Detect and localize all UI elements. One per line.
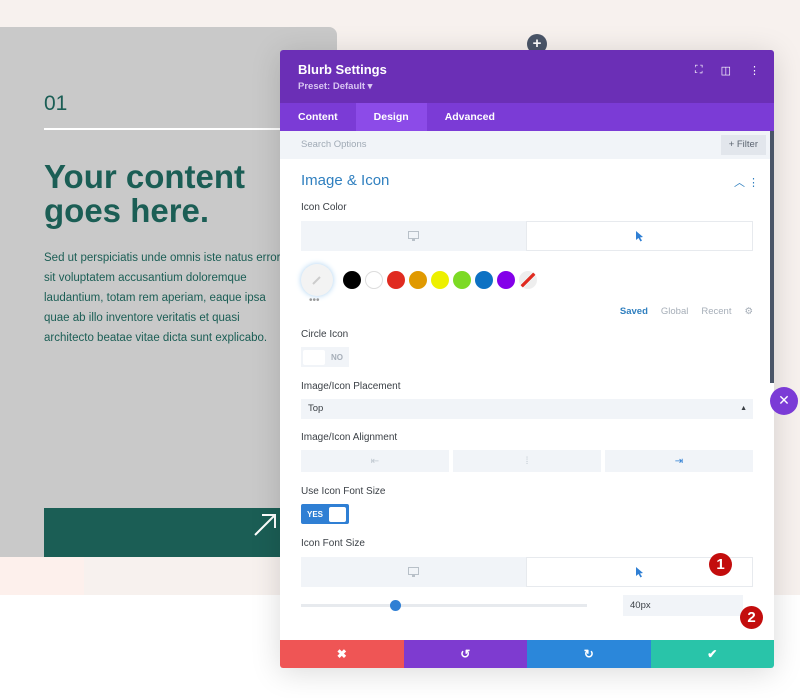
divider — [44, 128, 284, 130]
redo-button[interactable]: ↻ — [527, 640, 651, 668]
palette-saved[interactable]: Saved — [620, 306, 648, 317]
align-right-button[interactable]: ⇥ — [605, 450, 753, 472]
use-font-size-toggle[interactable]: YES — [301, 504, 349, 524]
section-menu-icon[interactable]: ⋮ — [748, 177, 759, 189]
toggle-state: YES — [307, 509, 324, 519]
circle-icon-label: Circle Icon — [301, 329, 349, 340]
section-title: Image & Icon — [301, 172, 390, 189]
cta-block[interactable] — [44, 508, 284, 557]
search-options-input[interactable]: Search Options + Filter — [280, 131, 774, 159]
tab-content[interactable]: Content — [280, 103, 356, 131]
swatch-purple[interactable] — [497, 271, 515, 289]
use-font-size-label: Use Icon Font Size — [301, 486, 386, 497]
panel-title: Blurb Settings — [298, 62, 387, 77]
fullscreen-icon[interactable]: ⛶ — [695, 64, 703, 77]
align-right-icon: ⇥ — [674, 455, 684, 467]
align-left-button[interactable]: ⇤ — [301, 450, 449, 472]
check-icon: ✔ — [707, 647, 718, 661]
blurb-body: Sed ut perspiciatis unde omnis iste natu… — [44, 252, 281, 344]
font-size-input[interactable]: 40px — [623, 595, 743, 616]
icon-color-label: Icon Color — [301, 202, 347, 213]
gear-icon[interactable]: ⚙ — [744, 306, 753, 317]
palette-tabs: Saved Global Recent ⚙ — [301, 301, 753, 321]
color-picker[interactable] — [301, 264, 333, 296]
align-center-button[interactable]: ⁞ — [453, 450, 601, 472]
palette-recent[interactable]: Recent — [701, 306, 731, 317]
scrollbar[interactable] — [770, 131, 774, 383]
cursor-icon — [636, 567, 643, 578]
chevron-up-icon[interactable]: ︿ — [734, 177, 745, 189]
alignment-label: Image/Icon Alignment — [301, 432, 398, 443]
swatch-yellow[interactable] — [431, 271, 449, 289]
annotation-marker-1: 1 — [709, 553, 732, 576]
blurb-number: 01 — [44, 92, 68, 115]
split-view-icon[interactable]: ◫ — [721, 64, 731, 77]
decor-strip — [0, 557, 84, 595]
swatch-red[interactable] — [387, 271, 405, 289]
cancel-button[interactable]: ✖ — [280, 640, 404, 668]
desktop-icon — [408, 567, 419, 577]
cursor-icon — [636, 231, 643, 242]
action-bar: ✖ ↺ ↻ ✔ — [280, 640, 774, 668]
swatch-orange[interactable] — [409, 271, 427, 289]
color-swatches — [301, 263, 753, 297]
font-size-slider[interactable]: 40px — [301, 595, 753, 617]
close-icon: ✖ — [336, 647, 347, 661]
save-button[interactable]: ✔ — [650, 640, 774, 668]
undo-icon: ↺ — [460, 647, 471, 661]
toggle-state: NO — [331, 352, 343, 362]
placement-select[interactable]: Top ▲ — [301, 399, 753, 419]
preset-dropdown[interactable]: Preset: Default ▾ — [298, 81, 756, 92]
section-toggle[interactable]: Image & Icon ︿ ⋮ — [301, 172, 759, 200]
font-size-label: Icon Font Size — [301, 538, 365, 549]
swatch-green[interactable] — [453, 271, 471, 289]
close-panel-button[interactable]: ✕ — [770, 387, 798, 415]
placement-value: Top — [308, 403, 324, 414]
palette-global[interactable]: Global — [661, 306, 688, 317]
swatch-black[interactable] — [343, 271, 361, 289]
tab-design[interactable]: Design — [355, 103, 427, 131]
tab-advanced[interactable]: Advanced — [427, 103, 513, 131]
eyedropper-icon — [312, 276, 321, 285]
filter-button[interactable]: + Filter — [720, 135, 766, 155]
annotation-marker-2: 2 — [740, 606, 763, 629]
redo-icon: ↻ — [583, 647, 594, 661]
clear-color-icon[interactable] — [519, 271, 537, 289]
desktop-tab[interactable] — [301, 557, 526, 587]
device-tabs — [301, 221, 753, 251]
more-options-icon[interactable]: ⋮ — [749, 64, 760, 77]
search-placeholder: Search Options — [301, 139, 367, 150]
desktop-icon — [408, 231, 419, 241]
undo-button[interactable]: ↺ — [403, 640, 527, 668]
panel-tabs: Content Design Advanced — [280, 103, 774, 131]
blurb-settings-panel: Blurb Settings Preset: Default ▾ ⛶ ◫ ⋮ C… — [280, 50, 774, 668]
slider-handle[interactable] — [390, 600, 402, 611]
circle-icon-toggle[interactable]: NO — [301, 347, 349, 367]
font-size-device-tabs — [301, 557, 753, 587]
desktop-tab[interactable] — [301, 221, 526, 251]
select-arrows-icon: ▲ — [740, 405, 747, 412]
swatch-blue[interactable] — [475, 271, 493, 289]
align-left-icon: ⇤ — [370, 455, 380, 467]
arrow-up-right-icon — [254, 514, 276, 536]
blurb-headline: Your content goes here. — [44, 158, 246, 229]
panel-header: Blurb Settings Preset: Default ▾ ⛶ ◫ ⋮ — [280, 50, 774, 103]
align-center-icon: ⁞ — [525, 455, 529, 467]
swatch-white[interactable] — [365, 271, 383, 289]
alignment-buttons: ⇤ ⁞ ⇥ — [301, 450, 753, 472]
slider-track[interactable] — [301, 604, 587, 607]
placement-label: Image/Icon Placement — [301, 381, 401, 392]
hover-tab[interactable] — [526, 221, 753, 251]
